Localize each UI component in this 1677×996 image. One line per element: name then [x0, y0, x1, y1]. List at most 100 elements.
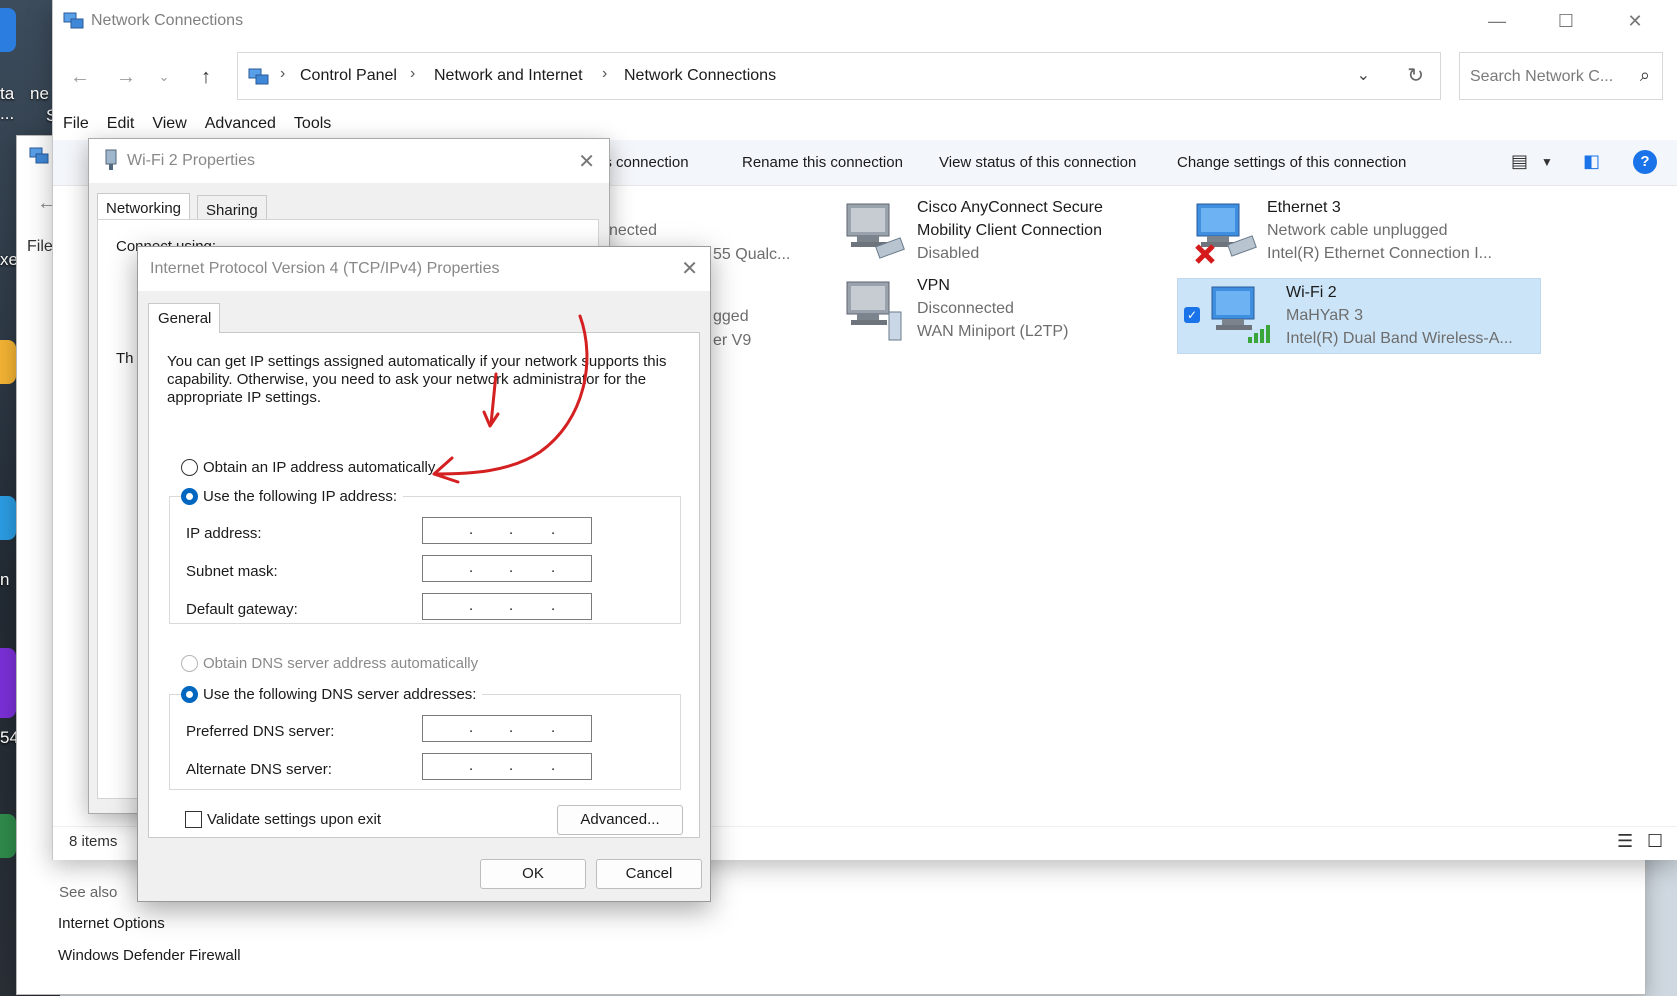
view-status-button[interactable]: View status of this connection	[939, 154, 1136, 171]
recent-locations-icon[interactable]: ⌄	[151, 64, 177, 90]
preview-pane-icon[interactable]: ◧	[1583, 151, 1600, 172]
dialog-title: Internet Protocol Version 4 (TCP/IPv4) P…	[150, 260, 500, 277]
computer-network-icon	[846, 203, 905, 259]
radio-circle-icon	[181, 686, 198, 703]
dns-server-group: Preferred DNS server: ... Alternate DNS …	[169, 694, 681, 790]
network-connections-icon	[63, 12, 84, 29]
change-settings-button[interactable]: Change settings of this connection	[1177, 154, 1406, 171]
forward-arrow-icon[interactable]: →	[113, 64, 139, 90]
partial-connection-text: er V9	[713, 332, 752, 349]
radio-circle-icon	[181, 459, 198, 476]
help-icon[interactable]: ?	[1633, 150, 1657, 174]
default-gateway-label: Default gateway:	[186, 601, 298, 618]
ip-settings-description: You can get IP settings assigned automat…	[167, 353, 667, 406]
advanced-button[interactable]: Advanced...	[557, 805, 683, 835]
maximize-icon[interactable]: ☐	[1546, 8, 1586, 34]
connection-command-partial[interactable]: is connection	[601, 154, 689, 171]
connection-name: Wi-Fi 2	[1286, 284, 1337, 301]
minimize-icon[interactable]: —	[1477, 8, 1517, 34]
dialog-title: Wi-Fi 2 Properties	[127, 152, 256, 169]
selection-checkbox[interactable]: ✓	[1184, 307, 1200, 323]
network-connections-icon	[248, 68, 269, 85]
obtain-dns-auto-radio[interactable]: Obtain DNS server address automatically	[181, 655, 478, 672]
menu-tools[interactable]: Tools	[292, 115, 333, 139]
components-label: Th	[116, 350, 134, 367]
partial-connection-text: 55 Qualc...	[713, 246, 791, 263]
refresh-icon[interactable]: ↻	[1407, 63, 1424, 88]
default-gateway-field[interactable]: ...	[422, 593, 592, 620]
close-icon[interactable]: ✕	[578, 149, 595, 174]
windows-firewall-link[interactable]: Windows Defender Firewall	[58, 947, 241, 964]
chevron-down-icon[interactable]: ▼	[1541, 155, 1553, 169]
close-icon[interactable]: ✕	[681, 256, 698, 281]
partial-connection-text: nected	[609, 222, 658, 239]
cancel-button[interactable]: Cancel	[596, 859, 702, 889]
address-bar[interactable]: › Control Panel › Network and Internet ›…	[237, 52, 1441, 100]
menu-view[interactable]: View	[150, 115, 188, 139]
dialog-title-bar: Wi-Fi 2 Properties ✕	[89, 139, 609, 183]
search-input[interactable]: Search Network C... ⌕	[1459, 52, 1663, 100]
use-following-dns-radio[interactable]: Use the following DNS server addresses:	[181, 686, 483, 703]
checkbox-label: Validate settings upon exit	[207, 811, 382, 828]
tab-general[interactable]: General	[148, 303, 220, 333]
ok-button[interactable]: OK	[480, 859, 586, 889]
connection-name: Mobility Client Connection	[917, 222, 1102, 239]
breadcrumb-network-and-internet[interactable]: Network and Internet	[434, 67, 583, 85]
desktop-app-icon[interactable]	[0, 648, 16, 718]
radio-circle-icon	[181, 655, 198, 672]
ip-address-group: IP address: ... Subnet mask: ... Default…	[169, 496, 681, 624]
desktop-app-icon[interactable]	[0, 8, 16, 52]
connection-text: Cisco AnyConnect Secure Mobility Client …	[917, 196, 1103, 265]
partial-connection-text: gged	[713, 308, 749, 325]
validate-settings-checkbox[interactable]: Validate settings upon exit	[185, 811, 381, 828]
subnet-mask-field[interactable]: ...	[422, 555, 592, 582]
radio-label: Obtain DNS server address automatically	[203, 655, 479, 672]
checkbox-box-icon	[185, 811, 202, 828]
back-window-file-label[interactable]: File	[27, 238, 53, 256]
connection-ethernet-3[interactable]: Ethernet 3 Network cable unplugged Intel…	[1187, 194, 1527, 270]
connection-vpn[interactable]: VPN Disconnected WAN Miniport (L2TP)	[837, 272, 1177, 348]
computer-network-icon	[1211, 286, 1270, 343]
title-bar: Network Connections — ☐ ✕	[53, 0, 1677, 44]
tiles-view-icon[interactable]: ☐	[1647, 831, 1663, 852]
rename-connection-button[interactable]: Rename this connection	[742, 154, 903, 171]
connection-device: Intel(R) Dual Band Wireless-A...	[1286, 330, 1513, 347]
obtain-ip-auto-radio[interactable]: Obtain an IP address automatically	[181, 459, 435, 476]
connection-status: Disconnected	[917, 300, 1014, 317]
details-view-icon[interactable]: ☰	[1617, 831, 1633, 852]
use-following-ip-radio[interactable]: Use the following IP address:	[181, 488, 403, 505]
desktop-app-icon[interactable]	[0, 340, 16, 384]
item-count: 8 items	[69, 833, 118, 850]
alternate-dns-label: Alternate DNS server:	[186, 761, 332, 778]
connection-wifi-2[interactable]: ✓ Wi-Fi 2 MaHYaR 3 Intel(R) Dual Band Wi…	[1177, 278, 1541, 354]
ip-address-field[interactable]: ...	[422, 517, 592, 544]
close-icon[interactable]: ✕	[1615, 8, 1655, 34]
window-title: Network Connections	[91, 12, 244, 29]
breadcrumb-network-connections[interactable]: Network Connections	[624, 67, 776, 85]
radio-label: Use the following DNS server addresses:	[203, 686, 477, 703]
search-icon[interactable]: ⌕	[1640, 65, 1650, 86]
up-arrow-icon[interactable]: ↑	[193, 64, 219, 90]
radio-label: Obtain an IP address automatically	[203, 459, 436, 476]
view-options-icon[interactable]: ▤	[1511, 151, 1528, 172]
menu-file[interactable]: File	[61, 115, 91, 139]
connection-name: Cisco AnyConnect Secure	[917, 199, 1103, 216]
alternate-dns-field[interactable]: ...	[422, 753, 592, 780]
ipv4-properties-dialog: Internet Protocol Version 4 (TCP/IPv4) P…	[137, 246, 711, 902]
chevron-down-icon[interactable]: ⌄	[1357, 65, 1370, 85]
desktop-app-icon[interactable]	[0, 814, 16, 858]
menu-advanced[interactable]: Advanced	[203, 115, 278, 139]
connection-name: Ethernet 3	[1267, 199, 1341, 216]
back-arrow-icon[interactable]: ←	[67, 64, 93, 90]
connection-text: Ethernet 3 Network cable unplugged Intel…	[1267, 196, 1492, 265]
breadcrumb-control-panel[interactable]: Control Panel	[300, 67, 397, 85]
desktop-app-icon[interactable]	[0, 496, 16, 540]
navigation-bar: ← → ⌄ ↑ › Control Panel › Network and In…	[53, 50, 1677, 102]
desktop-label: ta	[0, 84, 15, 103]
internet-options-link[interactable]: Internet Options	[58, 915, 165, 932]
preferred-dns-field[interactable]: ...	[422, 715, 592, 742]
menu-edit[interactable]: Edit	[105, 115, 137, 139]
breadcrumb-separator-icon: ›	[280, 65, 286, 82]
connection-cisco-anyconnect[interactable]: Cisco AnyConnect Secure Mobility Client …	[837, 194, 1177, 270]
network-connections-icon	[29, 147, 49, 164]
